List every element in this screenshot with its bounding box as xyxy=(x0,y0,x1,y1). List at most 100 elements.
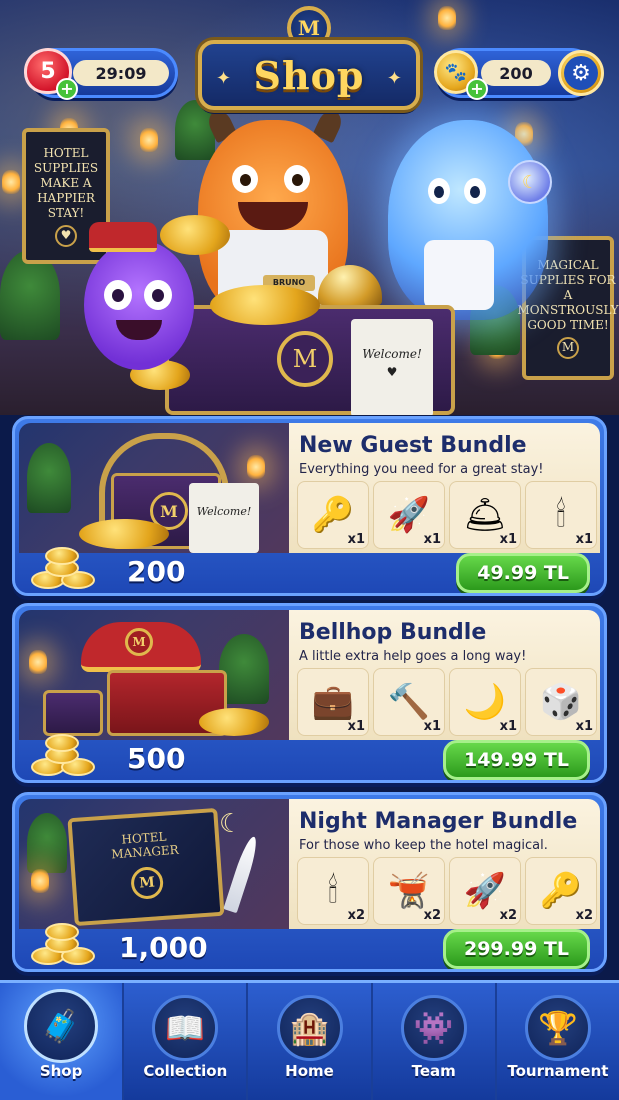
wall-lamp xyxy=(29,650,47,674)
coin-pile xyxy=(79,519,169,549)
nav-label: Collection xyxy=(143,1062,228,1080)
treasure-chest: M Welcome! ♥ xyxy=(165,305,455,415)
lives-timer: 29:09 xyxy=(73,60,169,86)
wall-lamp xyxy=(247,455,265,479)
monster-eye xyxy=(144,280,172,310)
bundle-info: New Guest Bundle Everything you need for… xyxy=(289,423,600,553)
bundle-item: 🛎 x1 xyxy=(449,481,521,549)
ghost-apron xyxy=(424,240,494,310)
welcome-towel: Welcome! ♥ xyxy=(351,319,433,415)
nav-team[interactable]: 👾 Team xyxy=(373,983,497,1100)
bundle-item: 🎲 x1 xyxy=(525,668,597,736)
welcome-towel: Welcome! xyxy=(189,483,259,553)
coin-stack-icon xyxy=(31,547,101,593)
suitcase-icon: 💼 xyxy=(311,682,355,722)
bundle-item: 🚀 x2 xyxy=(449,857,521,925)
monster-mouth xyxy=(238,202,308,230)
lives-heart[interactable]: 5 + xyxy=(24,48,78,100)
bundle-card-new-guest[interactable]: M Welcome! New Guest Bundle Everything y… xyxy=(12,416,607,596)
bundle-card-bellhop[interactable]: M Bellhop Bundle A little extra help goe… xyxy=(12,603,607,783)
monster-eye xyxy=(232,165,258,193)
add-lives-button[interactable]: + xyxy=(56,78,78,100)
gear-icon: ⚙ xyxy=(564,56,598,90)
nav-label: Tournament xyxy=(507,1062,609,1080)
bundle-name: Bellhop Bundle xyxy=(299,620,487,645)
bundle-item: 🌙 x1 xyxy=(449,668,521,736)
ghost-rocket-icon: 🚀 xyxy=(463,871,507,911)
coin-pile xyxy=(160,215,230,255)
coin-balance: 200 xyxy=(481,60,551,86)
bundle-info: Bellhop Bundle A little extra help goes … xyxy=(289,610,600,740)
buy-button[interactable]: 149.99 TL xyxy=(442,740,590,780)
bundle-info: Night Manager Bundle For those who keep … xyxy=(289,799,600,929)
bundle-items: 🔑 x1 🚀 x1 🛎 x1 🕯 x1 xyxy=(297,481,597,549)
bundle-items: 🕯 x2 🫕 x2 🚀 x2 🔑 x2 xyxy=(297,857,597,925)
bundle-art: ☾ HOTEL MANAGER M xyxy=(19,799,289,929)
potted-plant xyxy=(27,443,71,513)
bundle-coin-amount: 200 xyxy=(127,555,186,588)
sparkle-icon: ✦ xyxy=(386,68,402,89)
buy-button[interactable]: 299.99 TL xyxy=(442,929,590,969)
bundle-art: M Welcome! xyxy=(19,423,289,553)
bundle-coin-amount: 1,000 xyxy=(119,931,208,964)
buy-button[interactable]: 49.99 TL xyxy=(456,553,590,593)
bundle-item: 🔑 x1 xyxy=(297,481,369,549)
sign-monogram: M xyxy=(557,336,579,359)
purple-bellhop-monster xyxy=(84,222,194,370)
sparkle-icon: ✦ xyxy=(216,68,232,89)
coin-stack-icon xyxy=(31,734,101,780)
ghost-eye xyxy=(428,178,450,204)
quill-icon xyxy=(223,834,261,914)
bundle-coin-amount: 500 xyxy=(127,742,186,775)
moon-icon: ☾ xyxy=(219,809,243,839)
wall-lamp xyxy=(438,6,456,30)
bundle-item: 💼 x1 xyxy=(297,668,369,736)
nav-shop[interactable]: 🧳 Shop xyxy=(0,983,125,1100)
nav-tournament[interactable]: 🏆 Tournament xyxy=(497,983,619,1100)
bottom-nav: 🧳 Shop 📖 Collection 🏨 Home 👾 Team 🏆 Tour… xyxy=(0,980,619,1100)
chandelier-icon: 🕯 xyxy=(328,871,338,911)
ghost-eye xyxy=(464,178,486,204)
bundle-name: New Guest Bundle xyxy=(299,433,527,458)
potted-plant xyxy=(27,813,67,873)
shop-safe-icon: 🧳 xyxy=(24,989,99,1063)
golden-key-icon: 🔑 xyxy=(311,495,355,535)
bundle-description: Everything you need for a great stay! xyxy=(299,462,544,477)
page-title: Shop xyxy=(253,52,365,98)
service-bell-icon: 🛎 xyxy=(463,495,507,535)
nav-label: Team xyxy=(411,1062,456,1080)
table-lamp xyxy=(31,869,49,893)
hat-emblem: M xyxy=(125,628,153,656)
ghost-rocket-icon: 🚀 xyxy=(387,495,431,535)
bundle-footer: 500 149.99 TL xyxy=(19,734,600,780)
crystal-ball-icon: ☾ xyxy=(508,160,552,204)
nav-home[interactable]: 🏨 Home xyxy=(248,983,373,1100)
bundle-item: 🔑 x2 xyxy=(525,857,597,925)
team-monsters-icon: 👾 xyxy=(400,995,467,1061)
hammer-icon: 🔨 xyxy=(387,682,431,722)
monster-eye xyxy=(104,280,132,310)
cauldron-icon: 🫕 xyxy=(387,871,431,911)
lives-count: 5 xyxy=(40,58,56,84)
bundle-art: M xyxy=(19,610,289,740)
hotel-manager-book: HOTEL MANAGER M xyxy=(67,807,225,927)
bundle-footer: 200 49.99 TL xyxy=(19,547,600,593)
nav-label: Shop xyxy=(39,1062,83,1080)
collection-book-icon: 📖 xyxy=(152,995,219,1061)
golden-key-icon: 🔑 xyxy=(539,871,583,911)
bundle-item: 🕯 x1 xyxy=(525,481,597,549)
bundle-footer: 1,000 299.99 TL xyxy=(19,923,600,969)
trophy-icon: 🏆 xyxy=(524,995,591,1061)
bundle-description: A little extra help goes a long way! xyxy=(299,649,527,664)
wall-lamp xyxy=(140,128,158,152)
bellhop-hat: M xyxy=(81,622,201,672)
settings-button[interactable]: ⚙ xyxy=(558,50,604,96)
add-coins-button[interactable]: + xyxy=(466,78,488,100)
bundle-item: 🔨 x1 xyxy=(373,668,445,736)
bundle-card-night-manager[interactable]: ☾ HOTEL MANAGER M Night Manager Bundle F… xyxy=(12,792,607,972)
nav-collection[interactable]: 📖 Collection xyxy=(124,983,249,1100)
chandelier-icon: 🕯 xyxy=(556,495,566,535)
book-emblem: M xyxy=(130,865,165,901)
bundle-name: Night Manager Bundle xyxy=(299,809,578,834)
bundle-description: For those who keep the hotel magical. xyxy=(299,838,548,853)
